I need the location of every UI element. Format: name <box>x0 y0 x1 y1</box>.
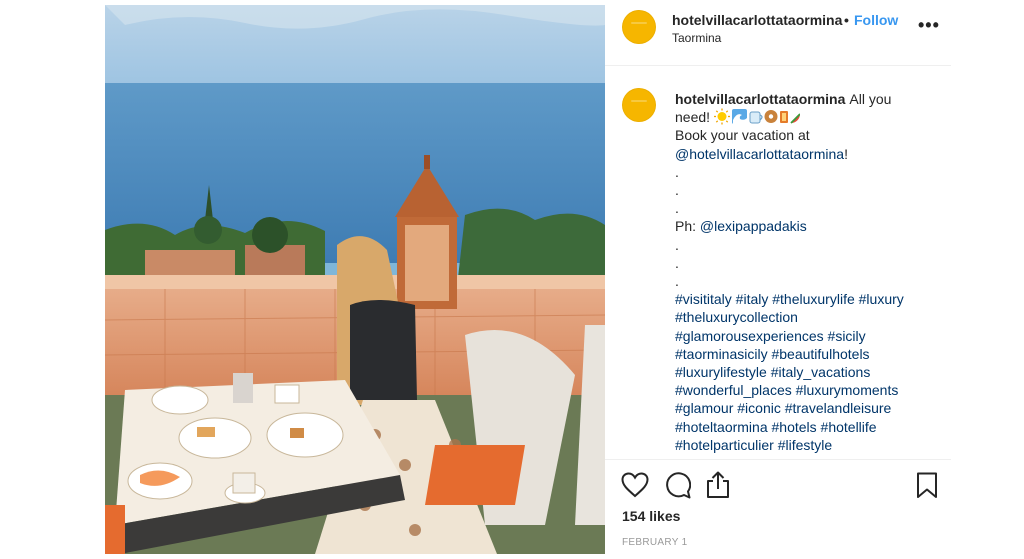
caption-username[interactable]: hotelvillacarlottataormina <box>675 91 845 107</box>
caption-dot-3: . <box>675 200 679 217</box>
instagram-post: hotelvillacarlottataormina • Follow Taor… <box>105 5 951 554</box>
caption-text-book: Book your vacation at <box>675 127 810 144</box>
photo-illustration <box>105 5 605 554</box>
hashtag-line[interactable]: #theluxurycollection <box>675 308 937 326</box>
mention-link-hotel[interactable]: @hotelvillacarlottataormina <box>675 146 844 162</box>
mention-link-photographer[interactable]: @lexipappadakis <box>700 218 807 234</box>
hashtag-line[interactable]: #hotelparticulier #lifestyle <box>675 436 937 454</box>
caption-text-exclaim: ! <box>844 145 848 162</box>
hashtag-line[interactable]: #taorminasicily #beautifulhotels <box>675 345 937 363</box>
caption: hotelvillacarlottataorminaAll you need! <box>675 90 937 454</box>
caption-dot-6: . <box>675 273 679 290</box>
hashtag-line[interactable]: #visititaly #italy #theluxurylife #luxur… <box>675 290 937 308</box>
comment-icon[interactable] <box>664 472 691 499</box>
post-header: hotelvillacarlottataormina • Follow Taor… <box>605 5 951 66</box>
caption-ph-label: Ph: <box>675 218 697 235</box>
bookmark-icon[interactable] <box>916 472 938 499</box>
post-date[interactable]: FEBRUARY 1 <box>622 537 687 548</box>
post-photo[interactable] <box>105 5 605 554</box>
header-username[interactable]: hotelvillacarlottataormina <box>672 12 842 28</box>
follow-button[interactable]: Follow <box>854 12 898 28</box>
caption-dot-4: . <box>675 236 679 253</box>
more-options-icon[interactable]: ••• <box>918 15 940 36</box>
comments-area[interactable]: hotelvillacarlottataorminaAll you need! <box>605 66 951 459</box>
likes-count[interactable]: 154 likes <box>622 508 680 524</box>
caption-dot-5: . <box>675 254 679 271</box>
caption-text-need: need! <box>675 109 711 126</box>
separator-dot: • <box>844 12 849 28</box>
hashtag-line[interactable]: #hoteltaormina #hotels #hotellife <box>675 418 937 436</box>
hashtag-line[interactable]: #wonderful_places #luxurymoments <box>675 381 937 399</box>
heart-icon[interactable] <box>621 472 649 498</box>
caption-dot-1: . <box>675 163 679 180</box>
emoji-row-icon <box>713 108 800 125</box>
caption-dot-2: . <box>675 182 679 199</box>
avatar[interactable] <box>622 10 656 44</box>
hashtag-line[interactable]: #luxurylifestyle #italy_vacations <box>675 363 937 381</box>
caption-avatar[interactable] <box>622 88 656 122</box>
post-side-panel: hotelvillacarlottataormina • Follow Taor… <box>605 5 951 554</box>
share-icon[interactable] <box>705 471 731 499</box>
caption-text-first: All you <box>849 91 892 107</box>
hashtag-line[interactable]: #glamorousexperiences #sicily <box>675 327 937 345</box>
hashtag-line[interactable]: #glamour #iconic #travelandleisure <box>675 399 937 417</box>
actions-bar: 154 likes FEBRUARY 1 <box>605 459 951 555</box>
location-link[interactable]: Taormina <box>672 31 721 45</box>
